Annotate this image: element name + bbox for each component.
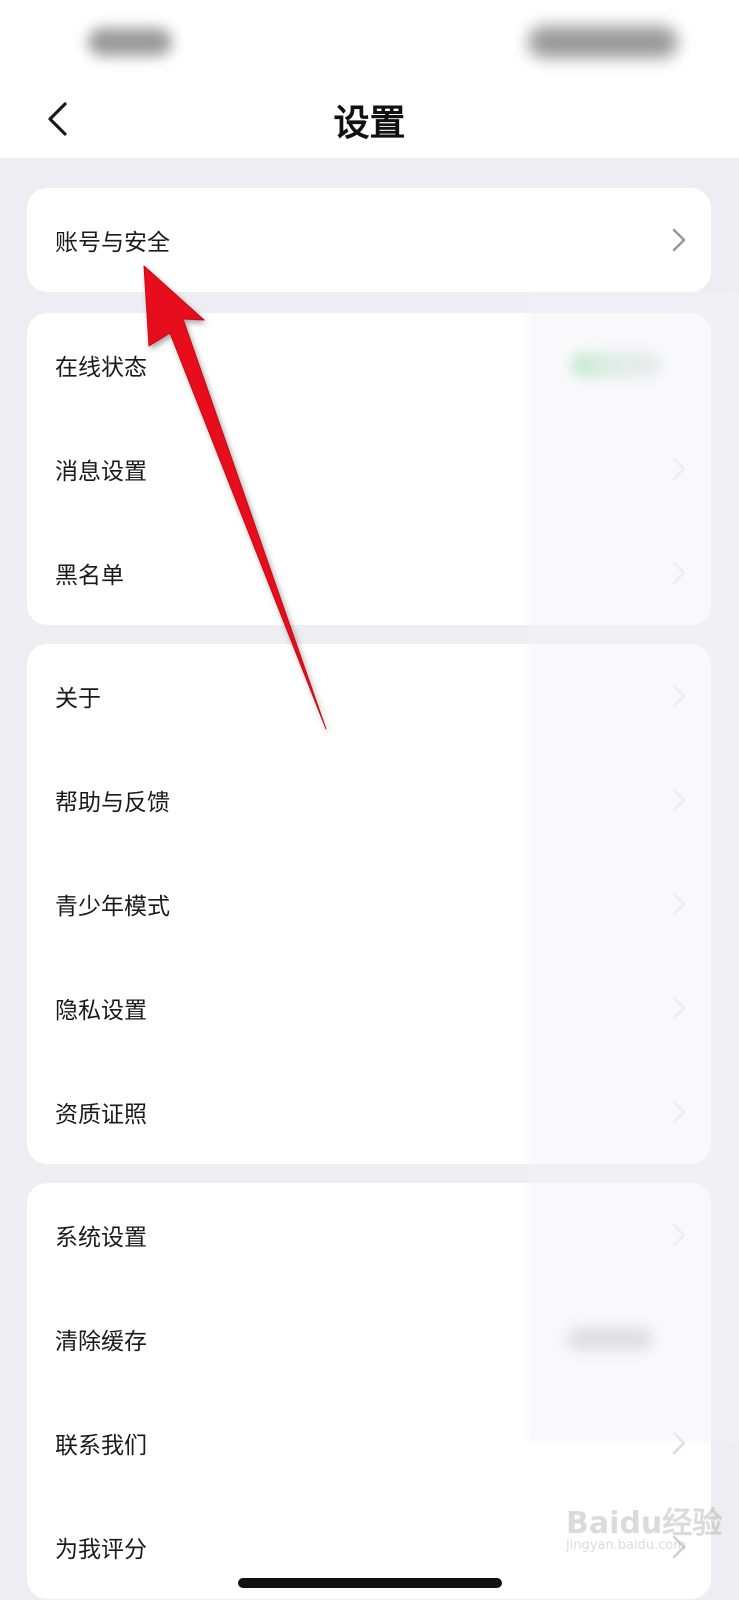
status-icons-blurred [528, 26, 678, 58]
account-security-item[interactable]: 账号与安全 [27, 188, 711, 292]
settings-group-account: 账号与安全 [27, 188, 711, 292]
row-label: 隐私设置 [55, 998, 147, 1024]
home-indicator[interactable] [238, 1578, 502, 1588]
clear-cache-item[interactable]: 清除缓存 [27, 1287, 711, 1391]
online-status-toggle[interactable] [571, 352, 663, 378]
message-settings-item[interactable]: 消息设置 [27, 417, 711, 521]
status-time-blurred [88, 28, 172, 56]
chevron-right-icon [672, 457, 686, 481]
contact-us-item[interactable]: 联系我们 [27, 1391, 711, 1495]
online-status-item[interactable]: 在线状态 [27, 313, 711, 417]
settings-group-status: 在线状态 消息设置 黑名单 [27, 313, 711, 625]
row-label: 在线状态 [55, 355, 147, 381]
row-label: 联系我们 [55, 1433, 147, 1459]
chevron-right-icon [672, 228, 686, 252]
row-label: 消息设置 [55, 459, 147, 485]
help-feedback-item[interactable]: 帮助与反馈 [27, 748, 711, 852]
row-label: 青少年模式 [55, 894, 170, 920]
row-label: 黑名单 [55, 563, 124, 589]
chevron-right-icon [672, 996, 686, 1020]
row-label: 帮助与反馈 [55, 790, 170, 816]
cache-size-blurred [567, 1328, 653, 1350]
settings-group-about: 关于 帮助与反馈 青少年模式 隐私设置 资质证照 [27, 644, 711, 1164]
chevron-right-icon [672, 892, 686, 916]
system-settings-item[interactable]: 系统设置 [27, 1183, 711, 1287]
blacklist-item[interactable]: 黑名单 [27, 521, 711, 625]
chevron-right-icon [672, 1535, 686, 1559]
qualifications-item[interactable]: 资质证照 [27, 1060, 711, 1164]
privacy-settings-item[interactable]: 隐私设置 [27, 956, 711, 1060]
chevron-right-icon [672, 1223, 686, 1247]
page-title: 设置 [333, 103, 406, 144]
chevron-right-icon [672, 561, 686, 585]
chevron-right-icon [672, 1100, 686, 1124]
row-label: 资质证照 [55, 1102, 147, 1128]
row-label: 账号与安全 [55, 230, 170, 256]
teen-mode-item[interactable]: 青少年模式 [27, 852, 711, 956]
nav-bar: 设置 [0, 80, 739, 158]
status-bar [0, 0, 739, 80]
row-label: 为我评分 [55, 1537, 147, 1563]
row-label: 清除缓存 [55, 1329, 147, 1355]
chevron-right-icon [672, 1431, 686, 1455]
about-item[interactable]: 关于 [27, 644, 711, 748]
row-label: 关于 [55, 686, 101, 712]
row-label: 系统设置 [55, 1225, 147, 1251]
chevron-right-icon [672, 684, 686, 708]
chevron-right-icon [672, 788, 686, 812]
settings-group-system: 系统设置 清除缓存 联系我们 为我评分 [27, 1183, 711, 1599]
